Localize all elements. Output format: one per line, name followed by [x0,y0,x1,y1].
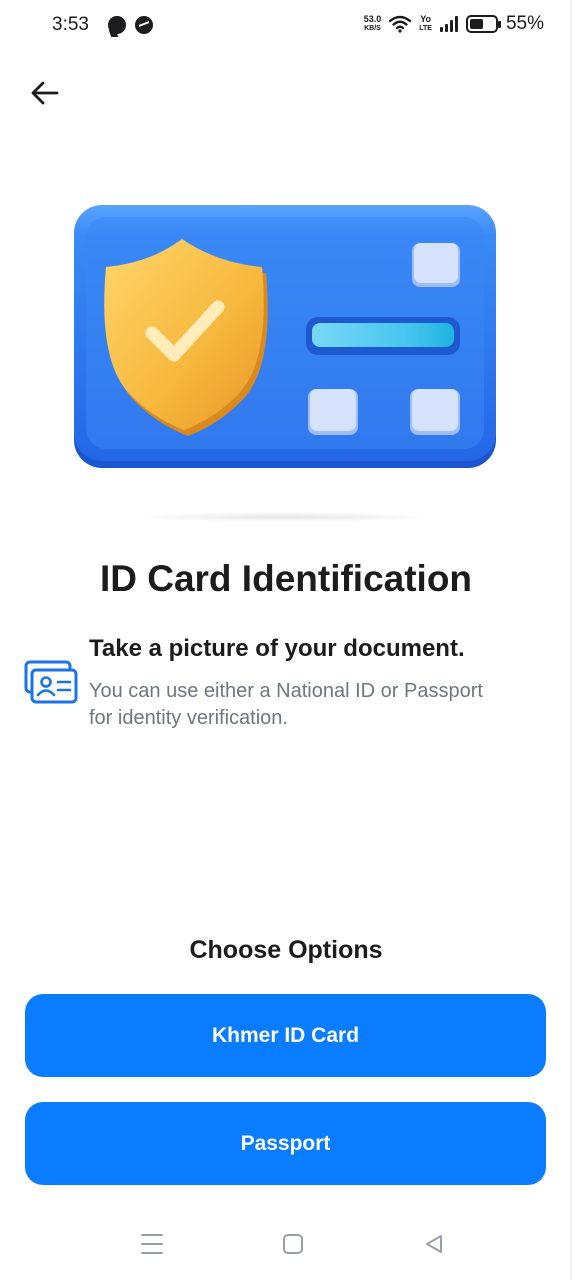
system-navigation-bar [0,1220,572,1270]
volte-bottom: LTE [419,25,432,32]
battery-icon [465,15,501,33]
screen: 3:53 53.0 KB/S Yo LTE 55% ID Card Identi… [0,0,572,1280]
id-card-icon [24,660,78,704]
page-title: ID Card Identification [99,558,473,599]
wifi-icon [389,15,412,33]
chat-notification-icon [108,16,126,34]
battery-fill [469,19,484,29]
signal-icon [439,16,458,32]
battery-percent: 55% [505,13,544,34]
network-speed: 53.0 KB/S [364,15,382,33]
instruction-heading: Take a picture of your document. [89,635,465,662]
arrow-left-icon [31,81,59,105]
options-title: Choose Options [189,936,383,964]
triangle-back-icon[interactable] [423,1233,445,1255]
network-speed-value: 53.0 [363,14,382,24]
back-button[interactable] [26,74,64,112]
network-speed-unit: KB/S [364,25,381,32]
passport-button[interactable]: Passport [25,1102,546,1185]
status-indicators: 53.0 KB/S Yo LTE 55% [364,13,544,35]
illustration-shadow [130,512,442,522]
status-time: 3:53 [52,14,89,35]
khmer-id-card-button[interactable]: Khmer ID Card [25,994,546,1077]
id-card-illustration [74,205,496,468]
volte-top: Yo [420,14,432,24]
volte-indicator: Yo LTE [419,15,432,33]
messenger-notification-icon [135,16,153,34]
status-bar: 3:53 53.0 KB/S Yo LTE 55% [0,0,572,52]
notification-icons [108,16,153,34]
home-square-icon[interactable] [283,1234,303,1254]
instruction-description: You can use either a National ID or Pass… [89,680,483,729]
menu-icon[interactable] [141,1234,163,1254]
